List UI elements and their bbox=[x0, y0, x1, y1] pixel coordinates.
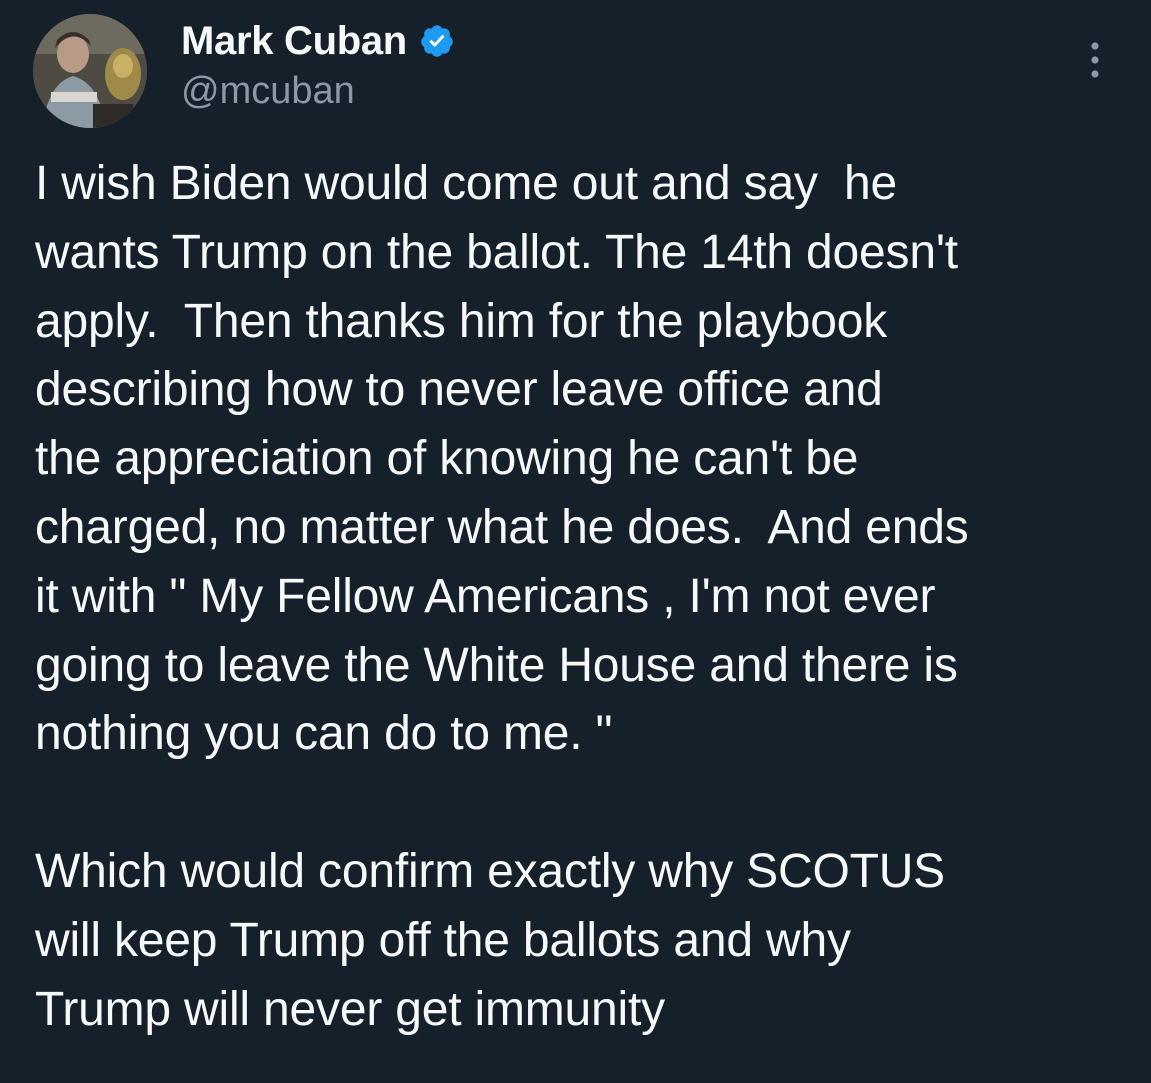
author-handle[interactable]: @mcuban bbox=[181, 70, 355, 113]
profile-photo bbox=[33, 14, 147, 128]
tweet-text: I wish Biden would come out and say he w… bbox=[35, 157, 969, 1036]
more-options-icon[interactable] bbox=[1075, 38, 1115, 82]
verified-badge-icon bbox=[421, 25, 453, 57]
avatar[interactable] bbox=[33, 14, 147, 128]
author-name-row: Mark Cuban bbox=[181, 16, 455, 66]
tweet-card: Mark Cuban @mcuban I wish Biden would co… bbox=[0, 0, 1151, 1083]
author-name[interactable]: Mark Cuban bbox=[181, 19, 407, 64]
